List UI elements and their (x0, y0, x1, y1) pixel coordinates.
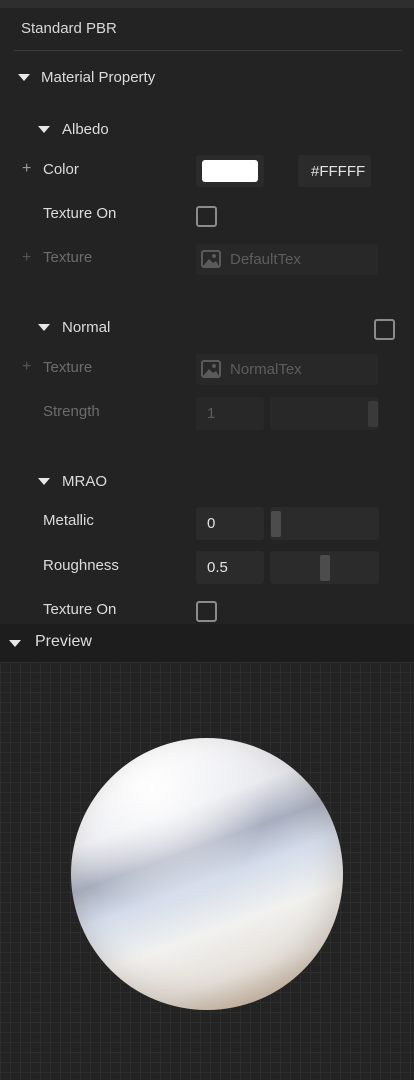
normal-header[interactable]: Normal (34, 316, 234, 340)
roughness-input[interactable]: 0.5 (196, 551, 264, 584)
chevron-down-icon (38, 126, 50, 133)
plus-icon: + (22, 249, 32, 266)
plus-icon[interactable]: + (22, 160, 31, 178)
panel-title: Standard PBR (21, 20, 117, 37)
metallic-slider-thumb[interactable] (271, 511, 281, 537)
chevron-down-icon (18, 74, 30, 81)
normal-texture-label: Texture (43, 359, 93, 376)
material-property-label: Material Property (41, 69, 156, 86)
normal-enable-checkbox[interactable] (374, 319, 395, 340)
chevron-down-icon (9, 640, 21, 647)
color-swatch[interactable] (202, 160, 258, 182)
preview-header[interactable]: Preview (0, 624, 414, 662)
strength-slider (270, 397, 379, 430)
mrao-texture-on-label: Texture On (43, 601, 117, 618)
preview-label: Preview (35, 633, 92, 650)
chevron-down-icon (38, 324, 50, 331)
color-hex-input[interactable]: #FFFFF (298, 155, 371, 187)
roughness-label: Roughness (43, 557, 119, 574)
metallic-label: Metallic (43, 512, 94, 529)
albedo-texture-label: Texture (43, 249, 93, 266)
mrao-label: MRAO (62, 473, 107, 490)
strength-input: 1 (196, 397, 264, 430)
chevron-down-icon (38, 478, 50, 485)
divider (14, 50, 402, 51)
material-property-header[interactable]: Material Property (14, 66, 314, 90)
plus-icon: + (22, 358, 32, 375)
metallic-input[interactable]: 0 (196, 507, 264, 540)
top-bar (0, 0, 414, 8)
image-icon (201, 250, 221, 268)
color-label: Color (43, 161, 79, 178)
albedo-texture-field: DefaultTex (196, 244, 378, 275)
color-swatch-frame[interactable] (196, 155, 264, 187)
roughness-slider-thumb[interactable] (319, 555, 330, 581)
albedo-texture-on-checkbox[interactable] (196, 206, 217, 227)
mrao-texture-on-checkbox[interactable] (196, 601, 217, 622)
strength-slider-thumb (368, 401, 378, 427)
mrao-header[interactable]: MRAO (34, 470, 234, 494)
albedo-texture-on-label: Texture On (43, 205, 117, 222)
albedo-label: Albedo (62, 121, 109, 138)
strength-label: Strength (43, 403, 100, 420)
metallic-slider[interactable] (270, 507, 379, 540)
albedo-texture-value: DefaultTex (230, 251, 301, 268)
normal-texture-value: NormalTex (230, 361, 302, 378)
roughness-slider[interactable] (270, 551, 379, 584)
preview-sphere (71, 738, 343, 1010)
normal-texture-field: NormalTex (196, 354, 378, 385)
albedo-header[interactable]: Albedo (34, 118, 234, 142)
normal-label: Normal (62, 319, 111, 336)
image-icon (201, 360, 221, 378)
